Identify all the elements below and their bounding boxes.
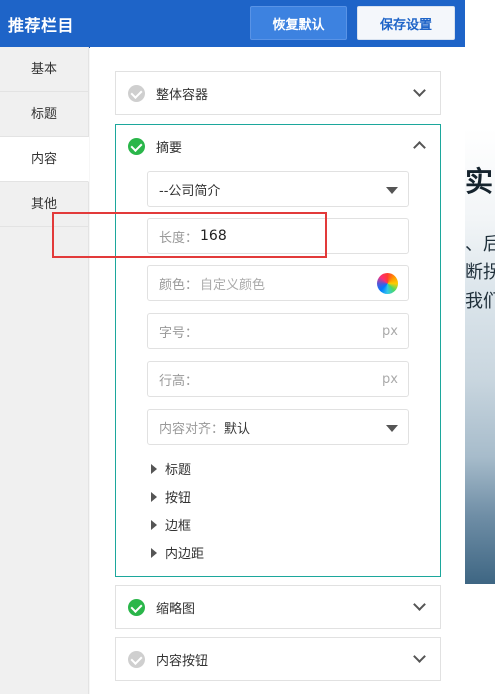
panel-header: 推荐栏目 恢复默认 保存设置 <box>0 0 465 47</box>
subsection-title[interactable]: 标题 <box>151 459 191 478</box>
sidebar-item-basic[interactable]: 基本 <box>0 47 88 92</box>
content-align-value: 默认 <box>224 421 251 437</box>
preview-text-line: 、后 <box>465 234 495 255</box>
subsection-label: 按钮 <box>165 491 192 506</box>
font-size-field[interactable]: 字号： px <box>147 313 409 349</box>
caret-right-icon <box>151 491 157 502</box>
font-size-label: 字号： <box>159 325 199 341</box>
subsection-label: 标题 <box>165 463 192 478</box>
content-align-label: 内容对齐： <box>159 421 225 437</box>
summary-source-select[interactable]: --公司简介 <box>147 171 409 207</box>
section-content-button: 内容按钮 <box>115 637 441 681</box>
sidebar-item-title[interactable]: 标题 <box>0 92 88 137</box>
page-preview: 实 、后 断拐 我们 <box>465 0 495 694</box>
font-size-unit: px <box>382 323 398 339</box>
preview-text-line: 我们 <box>465 291 495 312</box>
subsection-padding[interactable]: 内边距 <box>151 543 204 562</box>
caret-down-icon <box>386 425 398 432</box>
check-circle-icon[interactable] <box>128 598 145 616</box>
check-circle-icon[interactable] <box>128 84 145 102</box>
color-label: 颜色： <box>159 277 199 293</box>
line-height-unit: px <box>382 371 398 387</box>
section-thumbnail-header[interactable]: 缩略图 <box>116 586 440 628</box>
check-circle-icon[interactable] <box>128 137 145 155</box>
caret-right-icon <box>151 547 157 558</box>
preview-text-line: 断拐 <box>465 262 495 283</box>
chevron-down-icon[interactable] <box>413 598 426 611</box>
content-area: 整体容器 摘要 --公司简介 长度： 168 颜色： 自定义颜色 字号： px … <box>90 47 465 694</box>
chevron-up-icon[interactable] <box>413 141 426 154</box>
color-field[interactable]: 颜色： 自定义颜色 <box>147 265 409 301</box>
sidebar-nav: 基本 标题 内容 其他 <box>0 47 89 694</box>
subsection-border[interactable]: 边框 <box>151 515 191 534</box>
panel-title: 推荐栏目 <box>8 16 75 35</box>
section-container: 整体容器 <box>115 71 441 115</box>
summary-source-value: --公司简介 <box>159 183 221 199</box>
section-summary: 摘要 --公司简介 长度： 168 颜色： 自定义颜色 字号： px 行高： p… <box>115 124 441 577</box>
chevron-down-icon[interactable] <box>413 84 426 97</box>
caret-down-icon <box>386 187 398 194</box>
check-circle-icon[interactable] <box>128 650 145 668</box>
save-settings-button[interactable]: 保存设置 <box>357 6 455 40</box>
section-content-button-header[interactable]: 内容按钮 <box>116 638 440 680</box>
section-container-header[interactable]: 整体容器 <box>116 72 440 114</box>
section-title: 整体容器 <box>156 87 209 103</box>
subsection-label: 内边距 <box>165 547 205 562</box>
line-height-label: 行高： <box>159 373 199 389</box>
section-summary-header[interactable]: 摘要 <box>116 125 440 167</box>
color-placeholder: 自定义颜色 <box>200 277 266 293</box>
line-height-field[interactable]: 行高： px <box>147 361 409 397</box>
caret-right-icon <box>151 519 157 530</box>
section-title: 内容按钮 <box>156 653 209 669</box>
section-thumbnail: 缩略图 <box>115 585 441 629</box>
chevron-down-icon[interactable] <box>413 650 426 663</box>
subsection-label: 边框 <box>165 519 192 534</box>
sidebar-item-content[interactable]: 内容 <box>0 137 89 182</box>
settings-panel: 推荐栏目 恢复默认 保存设置 基本 标题 内容 其他 整体容器 摘要 --公司简… <box>0 0 465 694</box>
reset-default-button[interactable]: 恢复默认 <box>250 6 347 40</box>
section-title: 摘要 <box>156 140 183 156</box>
section-title: 缩略图 <box>156 601 196 617</box>
highlight-box <box>52 212 327 258</box>
caret-right-icon <box>151 463 157 474</box>
subsection-button[interactable]: 按钮 <box>151 487 191 506</box>
color-picker-icon[interactable] <box>377 273 398 294</box>
content-align-select[interactable]: 内容对齐： 默认 <box>147 409 409 445</box>
preview-text-line: 实 <box>465 165 494 198</box>
